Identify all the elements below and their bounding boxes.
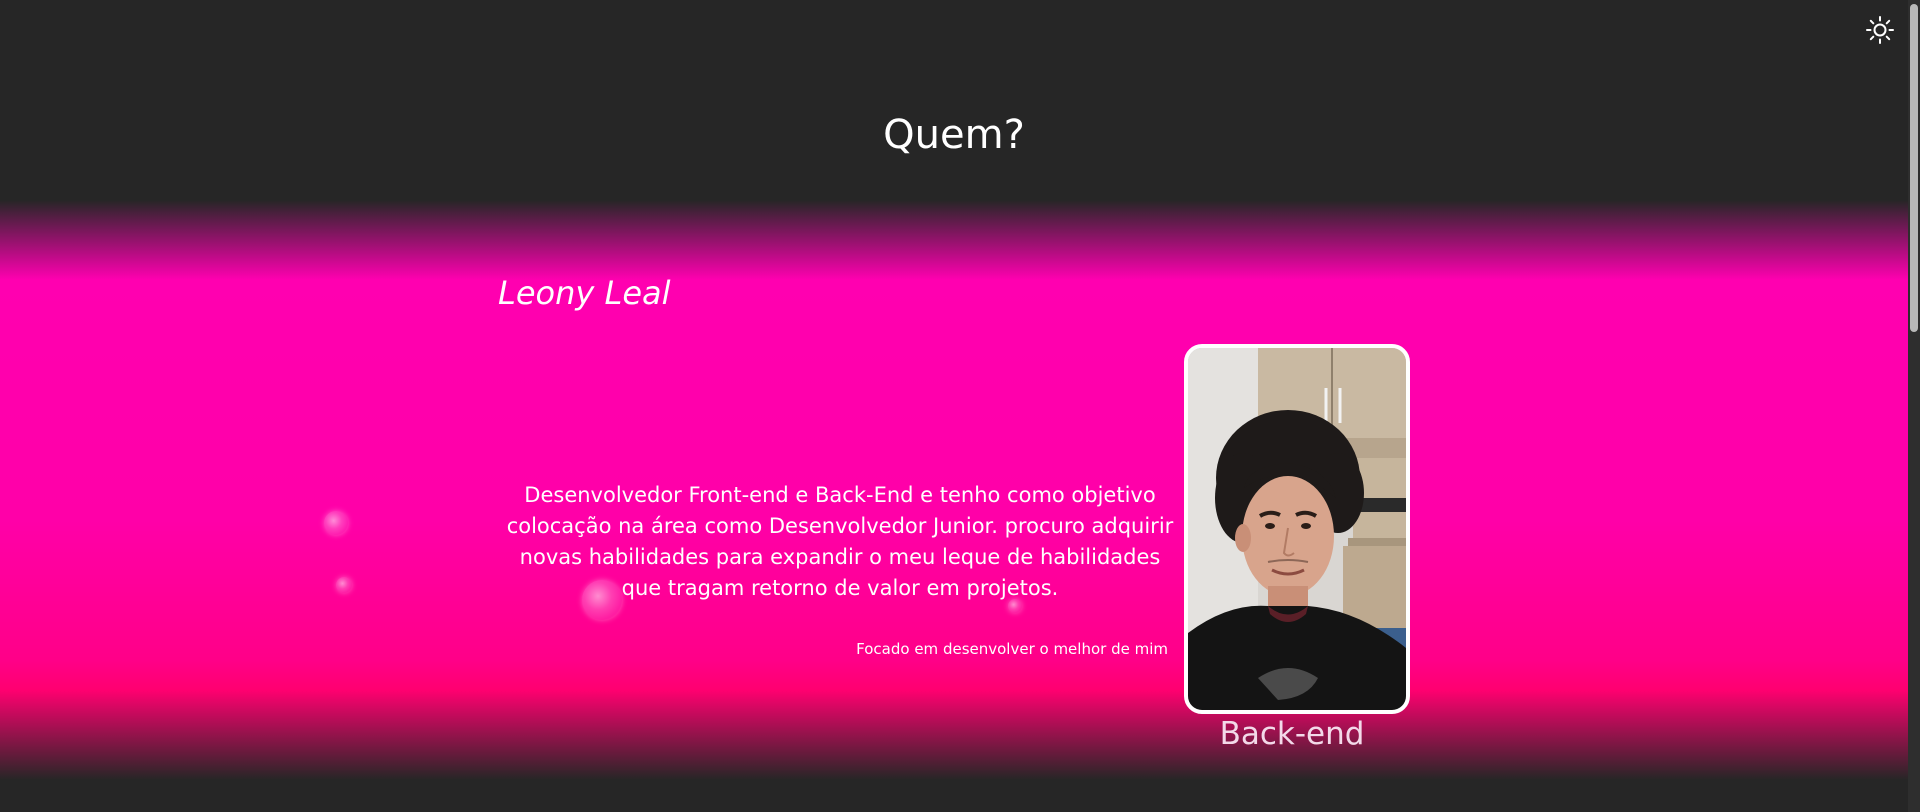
- page: Quem? Leony Leal Desenvolvedor Front-end…: [0, 0, 1920, 812]
- profile-role: Back-end: [1219, 716, 1365, 752]
- scrollbar-thumb[interactable]: [1910, 4, 1918, 332]
- profile-description: Desenvolvedor Front-end e Back-End e ten…: [506, 483, 1174, 600]
- sun-icon: [1865, 15, 1895, 49]
- profile-name: Leony Leal: [498, 274, 671, 312]
- page-title: Quem?: [883, 112, 1025, 158]
- decorative-bubble: [336, 577, 352, 593]
- profile-photo: [1184, 344, 1410, 714]
- decorative-bubble: [324, 511, 348, 535]
- theme-toggle-button[interactable]: [1862, 14, 1898, 50]
- profile-tagline: Focado em desenvolver o melhor de mim: [856, 640, 1168, 658]
